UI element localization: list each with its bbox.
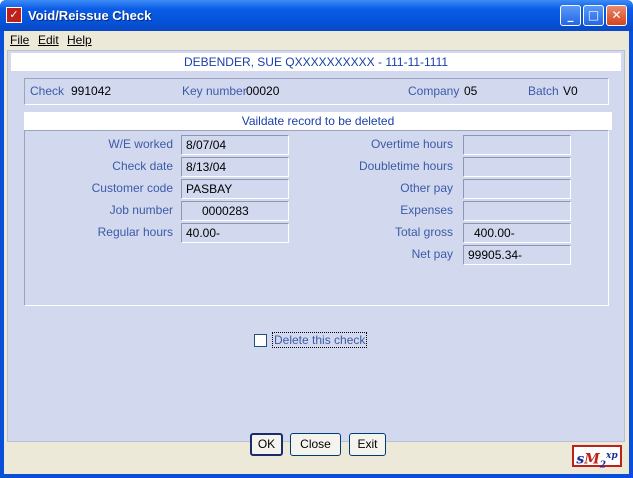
- fields-box: W/E worked 8/07/04 Check date 8/13/04 Cu…: [24, 130, 609, 306]
- net-pay-field: 99905.34-: [463, 245, 571, 265]
- employee-banner: DEBENDER, SUE QXXXXXXXXXX - 111-11-1111: [11, 53, 621, 71]
- other-pay-field: [463, 179, 571, 199]
- window: ✓ Void/Reissue Check _ □ ✕ File Edit Hel…: [0, 0, 633, 478]
- main-panel: DEBENDER, SUE QXXXXXXXXXX - 111-11-1111 …: [7, 50, 625, 442]
- key-number-value: 00020: [246, 84, 280, 98]
- expenses-field: [463, 201, 571, 221]
- window-title: Void/Reissue Check: [28, 8, 152, 23]
- total-gross-field: 400.00-: [463, 223, 571, 243]
- check-date-field: 8/13/04: [181, 157, 289, 177]
- key-number-label: Key number: [182, 84, 247, 98]
- check-label: Check: [30, 84, 65, 98]
- regular-hours-field: 40.00-: [181, 223, 289, 243]
- delete-check-checkbox[interactable]: [254, 334, 267, 347]
- expenses-label: Expenses: [400, 203, 453, 217]
- company-value: 05: [464, 84, 478, 98]
- check-info-box: Check 991042 Key number 00020 Company 05…: [24, 78, 609, 105]
- minimize-button[interactable]: _: [560, 5, 581, 26]
- title-bar: ✓ Void/Reissue Check _ □ ✕: [0, 0, 633, 31]
- check-value: 991042: [71, 84, 112, 98]
- menu-file[interactable]: File: [10, 33, 29, 47]
- exit-button[interactable]: Exit: [349, 433, 386, 456]
- client-area: File Edit Help DEBENDER, SUE QXXXXXXXXXX…: [4, 31, 629, 474]
- job-number-label: Job number: [109, 203, 173, 217]
- close-button[interactable]: Close: [290, 433, 341, 456]
- company-label: Company: [408, 84, 460, 98]
- overtime-hours-label: Overtime hours: [370, 137, 453, 151]
- close-window-button[interactable]: ✕: [606, 5, 627, 26]
- delete-check-label[interactable]: Delete this check: [272, 332, 368, 348]
- regular-hours-label: Regular hours: [97, 225, 173, 239]
- net-pay-label: Net pay: [411, 247, 453, 261]
- we-worked-field: 8/07/04: [181, 135, 289, 155]
- total-gross-label: Total gross: [394, 225, 453, 239]
- menu-bar: File Edit Help: [4, 31, 629, 50]
- check-date-label: Check date: [112, 159, 173, 173]
- doubletime-hours-label: Doubletime hours: [358, 159, 453, 173]
- section-title: Vaildate record to be deleted: [24, 112, 612, 130]
- customer-code-label: Customer code: [91, 181, 173, 195]
- batch-value: V0: [563, 84, 578, 98]
- menu-edit[interactable]: Edit: [38, 33, 59, 47]
- sm2xp-logo: sM2xp: [572, 445, 622, 470]
- app-icon[interactable]: ✓: [6, 7, 22, 23]
- batch-label: Batch: [528, 84, 559, 98]
- job-number-field: 0000283: [181, 201, 289, 221]
- other-pay-label: Other pay: [400, 181, 453, 195]
- we-worked-label: W/E worked: [108, 137, 173, 151]
- ok-button[interactable]: OK: [250, 433, 283, 456]
- customer-code-field: PASBAY: [181, 179, 289, 199]
- menu-help[interactable]: Help: [67, 33, 92, 47]
- doubletime-hours-field: [463, 157, 571, 177]
- maximize-button[interactable]: □: [583, 5, 604, 26]
- overtime-hours-field: [463, 135, 571, 155]
